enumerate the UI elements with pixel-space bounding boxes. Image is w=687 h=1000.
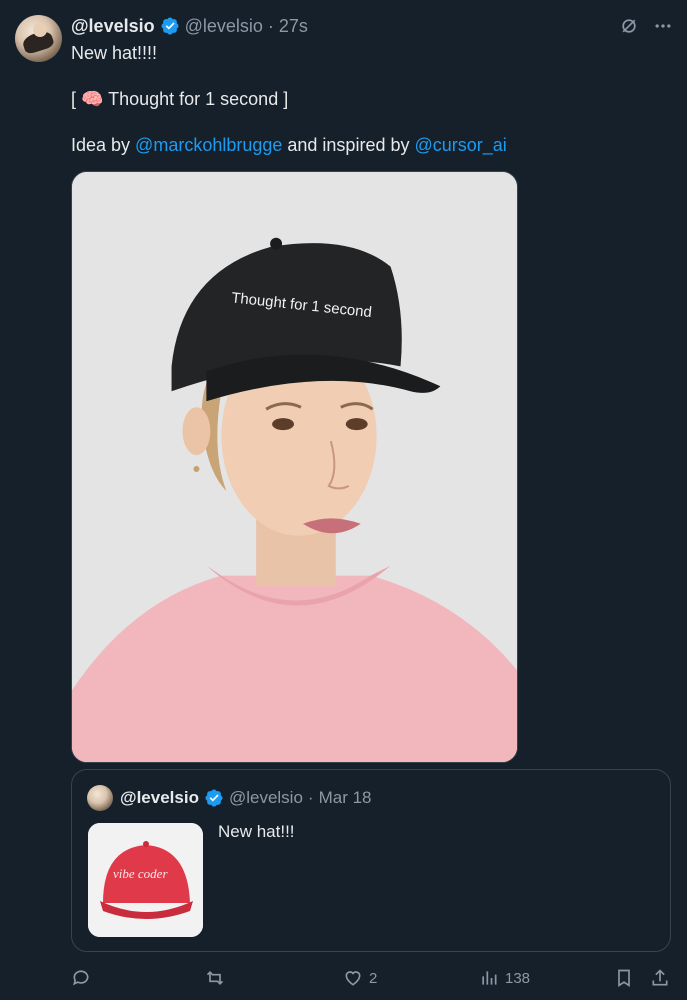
separator-dot: · xyxy=(267,15,274,36)
share-icon xyxy=(652,969,668,986)
like-icon xyxy=(345,971,361,986)
view-count: 138 xyxy=(505,969,531,987)
tweet-line-1: New hat!!!! xyxy=(71,43,158,63)
bookmark-icon xyxy=(618,969,630,988)
quoted-tweet[interactable]: @levelsio @levelsio · Mar 18 vibe coder … xyxy=(71,769,671,952)
woman-in-cap-illustration: Thought for 1 second xyxy=(72,172,517,762)
quoted-text: New hat!!! xyxy=(218,822,295,841)
quoted-tweet-header: @levelsio @levelsio · Mar 18 xyxy=(120,786,372,810)
line3-middle: and inspired by xyxy=(282,135,415,155)
quoted-author-avatar xyxy=(87,785,113,811)
reply-icon xyxy=(73,970,89,986)
quoted-date: Mar 18 xyxy=(318,788,372,807)
tweet-media-image[interactable]: Thought for 1 second xyxy=(71,171,518,763)
red-cap-text: vibe coder xyxy=(113,866,168,881)
grok-icon[interactable] xyxy=(619,16,639,36)
tweet-line-2: [ 🧠 Thought for 1 second ] xyxy=(71,89,289,109)
reply-button[interactable] xyxy=(71,968,91,988)
author-avatar[interactable] xyxy=(15,15,62,62)
quoted-display-name: @levelsio xyxy=(120,788,199,807)
retweet-icon xyxy=(206,970,224,986)
verified-icon xyxy=(205,789,223,807)
author-handle[interactable]: @levelsio xyxy=(185,16,263,37)
quoted-handle: @levelsio xyxy=(228,788,303,807)
tweet-time[interactable]: 27s xyxy=(279,16,308,37)
line3-prefix: Idea by xyxy=(71,135,136,155)
quoted-separator: · xyxy=(307,788,314,807)
author-display-name[interactable]: @levelsio xyxy=(71,16,155,37)
quoted-media-thumbnail[interactable]: vibe coder xyxy=(88,823,203,937)
mention-cursor-ai[interactable]: @cursor_ai xyxy=(414,135,506,155)
retweet-button[interactable] xyxy=(205,968,225,988)
tweet-header: @levelsio @levelsio · 27s xyxy=(71,15,308,37)
views-icon xyxy=(482,971,497,985)
red-cap-illustration: vibe coder xyxy=(88,823,203,937)
mention-marckohlbrugge[interactable]: @marckohlbrugge xyxy=(135,135,282,155)
verified-icon xyxy=(161,17,179,35)
like-button[interactable]: 2 xyxy=(343,968,377,988)
tweet-line-3: Idea by @marckohlbrugge and inspired by … xyxy=(71,134,507,156)
bookmark-button[interactable] xyxy=(614,968,634,988)
more-icon[interactable] xyxy=(653,16,673,36)
share-button[interactable] xyxy=(650,968,670,988)
like-count: 2 xyxy=(369,969,378,987)
tweet-top-actions xyxy=(619,16,673,36)
views-button[interactable]: 138 xyxy=(479,968,530,988)
tweet-actions-bar: 2 138 xyxy=(71,966,672,992)
